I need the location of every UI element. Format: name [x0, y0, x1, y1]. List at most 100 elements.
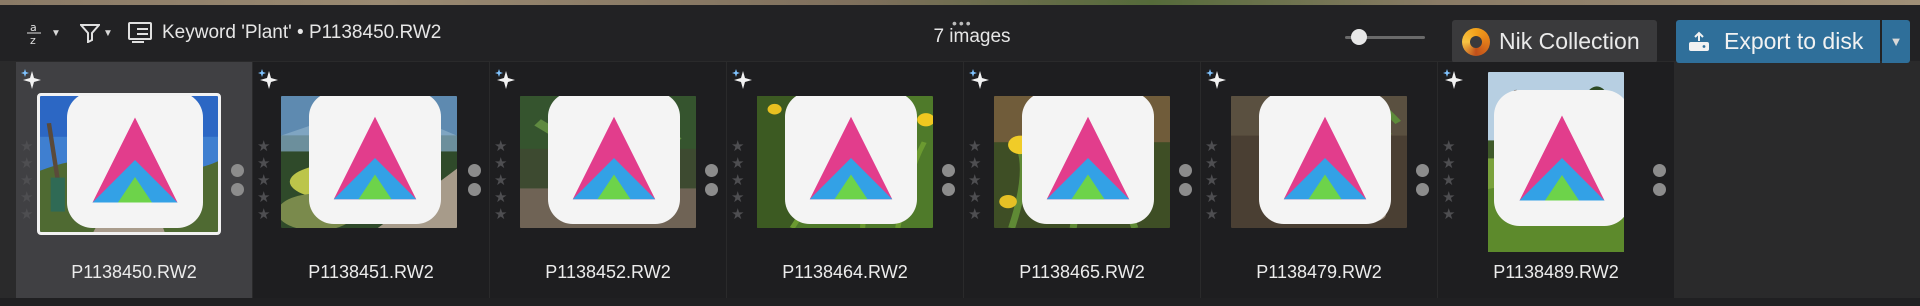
- star-icon[interactable]: ★: [257, 206, 270, 223]
- star-icon[interactable]: ★: [1205, 206, 1218, 223]
- star-icon[interactable]: ★: [494, 189, 507, 206]
- sparkle-icon[interactable]: [257, 68, 279, 90]
- star-icon[interactable]: ★: [968, 206, 981, 223]
- thumbnail-size-slider[interactable]: [1345, 29, 1425, 45]
- flag-marker[interactable]: [1416, 164, 1429, 177]
- star-icon[interactable]: ★: [20, 138, 33, 155]
- thumbnail-cell[interactable]: ★ ★ ★ ★ ★ P1138450.RW2: [16, 62, 252, 298]
- flag-marker[interactable]: [705, 164, 718, 177]
- thumbnail-image[interactable]: [520, 96, 696, 228]
- sparkle-icon[interactable]: [1442, 68, 1464, 90]
- star-rating[interactable]: ★ ★ ★ ★ ★: [968, 138, 981, 223]
- thumbnail-side-markers[interactable]: [231, 164, 244, 196]
- star-icon[interactable]: ★: [257, 172, 270, 189]
- star-icon[interactable]: ★: [20, 206, 33, 223]
- star-icon[interactable]: ★: [731, 189, 744, 206]
- sort-az-icon: a z: [27, 21, 41, 46]
- thumbnail-image[interactable]: [1231, 96, 1407, 228]
- thumbnail-image[interactable]: [994, 96, 1170, 228]
- star-rating[interactable]: ★ ★ ★ ★ ★: [20, 138, 33, 223]
- thumbnail-cell[interactable]: ★ ★ ★ ★ ★ P1138452.RW2: [490, 62, 726, 298]
- thumbnail-cell[interactable]: ★ ★ ★ ★ ★ P1138489.RW2: [1438, 62, 1674, 298]
- star-rating[interactable]: ★ ★ ★ ★ ★: [1205, 138, 1218, 223]
- filter-button[interactable]: ▼: [80, 5, 116, 61]
- filter-icon: [80, 24, 100, 43]
- star-rating[interactable]: ★ ★ ★ ★ ★: [257, 138, 270, 223]
- thumbnail-image[interactable]: [757, 96, 933, 228]
- star-icon[interactable]: ★: [731, 138, 744, 155]
- star-icon[interactable]: ★: [731, 206, 744, 223]
- thumbnail-image[interactable]: [281, 96, 457, 228]
- star-icon[interactable]: ★: [731, 155, 744, 172]
- star-icon[interactable]: ★: [257, 138, 270, 155]
- label-marker[interactable]: [231, 183, 244, 196]
- thumbnail-cell[interactable]: ★ ★ ★ ★ ★ P1138451.RW2: [253, 62, 489, 298]
- thumbnail-side-markers[interactable]: [1653, 164, 1666, 196]
- star-icon[interactable]: ★: [1205, 189, 1218, 206]
- star-icon[interactable]: ★: [1205, 138, 1218, 155]
- star-icon[interactable]: ★: [257, 189, 270, 206]
- star-icon[interactable]: ★: [20, 189, 33, 206]
- label-marker[interactable]: [1416, 183, 1429, 196]
- thumbnail-side-markers[interactable]: [1179, 164, 1192, 196]
- star-rating[interactable]: ★ ★ ★ ★ ★: [1442, 138, 1455, 223]
- thumbnail-cell[interactable]: ★ ★ ★ ★ ★ P1138479.RW2: [1201, 62, 1437, 298]
- star-icon[interactable]: ★: [20, 155, 33, 172]
- label-marker[interactable]: [468, 183, 481, 196]
- star-icon[interactable]: ★: [968, 189, 981, 206]
- star-icon[interactable]: ★: [731, 172, 744, 189]
- label-marker[interactable]: [942, 183, 955, 196]
- keyword-list-button[interactable]: [128, 5, 158, 61]
- star-rating[interactable]: ★ ★ ★ ★ ★: [731, 138, 744, 223]
- star-icon[interactable]: ★: [968, 155, 981, 172]
- color-profile-icon: [309, 96, 441, 224]
- color-profile-icon: [67, 96, 203, 228]
- flag-marker[interactable]: [468, 164, 481, 177]
- sparkle-icon[interactable]: [731, 68, 753, 90]
- flag-marker[interactable]: [231, 164, 244, 177]
- nik-collection-logo-icon: [1462, 27, 1490, 56]
- star-icon[interactable]: ★: [20, 172, 33, 189]
- thumbnail-side-markers[interactable]: [1416, 164, 1429, 196]
- star-icon[interactable]: ★: [1442, 155, 1455, 172]
- star-icon[interactable]: ★: [968, 138, 981, 155]
- star-icon[interactable]: ★: [1442, 206, 1455, 223]
- sparkle-icon[interactable]: [968, 68, 990, 90]
- star-icon[interactable]: ★: [494, 172, 507, 189]
- thumbnail-image[interactable]: [37, 93, 221, 235]
- slider-handle[interactable]: [1351, 29, 1368, 45]
- star-icon[interactable]: ★: [968, 172, 981, 189]
- thumbnail-side-markers[interactable]: [468, 164, 481, 196]
- color-profile-icon: [1494, 90, 1624, 226]
- thumbnail-image[interactable]: [1488, 72, 1624, 252]
- chevron-down-icon: ▼: [103, 27, 113, 39]
- bottom-divider: [0, 298, 1920, 306]
- star-icon[interactable]: ★: [1205, 172, 1218, 189]
- thumbnail-cell[interactable]: ★ ★ ★ ★ ★ P1138464.RW2: [727, 62, 963, 298]
- label-marker[interactable]: [1653, 183, 1666, 196]
- label-marker[interactable]: [705, 183, 718, 196]
- export-to-disk-button[interactable]: Export to disk: [1676, 20, 1880, 63]
- flag-marker[interactable]: [942, 164, 955, 177]
- star-icon[interactable]: ★: [1205, 155, 1218, 172]
- thumbnail-cell[interactable]: ★ ★ ★ ★ ★ P1138465.RW2: [964, 62, 1200, 298]
- star-icon[interactable]: ★: [1442, 138, 1455, 155]
- star-icon[interactable]: ★: [1442, 172, 1455, 189]
- star-icon[interactable]: ★: [494, 138, 507, 155]
- star-rating[interactable]: ★ ★ ★ ★ ★: [494, 138, 507, 223]
- nik-collection-button[interactable]: Nik Collection: [1452, 20, 1657, 63]
- star-icon[interactable]: ★: [494, 155, 507, 172]
- flag-marker[interactable]: [1179, 164, 1192, 177]
- export-options-dropdown[interactable]: ▼: [1882, 20, 1910, 63]
- star-icon[interactable]: ★: [494, 206, 507, 223]
- sparkle-icon[interactable]: [494, 68, 516, 90]
- sort-button[interactable]: a z ▼: [26, 5, 68, 61]
- star-icon[interactable]: ★: [1442, 189, 1455, 206]
- thumbnail-side-markers[interactable]: [705, 164, 718, 196]
- sparkle-icon[interactable]: [20, 68, 42, 90]
- sparkle-icon[interactable]: [1205, 68, 1227, 90]
- star-icon[interactable]: ★: [257, 155, 270, 172]
- label-marker[interactable]: [1179, 183, 1192, 196]
- thumbnail-side-markers[interactable]: [942, 164, 955, 196]
- flag-marker[interactable]: [1653, 164, 1666, 177]
